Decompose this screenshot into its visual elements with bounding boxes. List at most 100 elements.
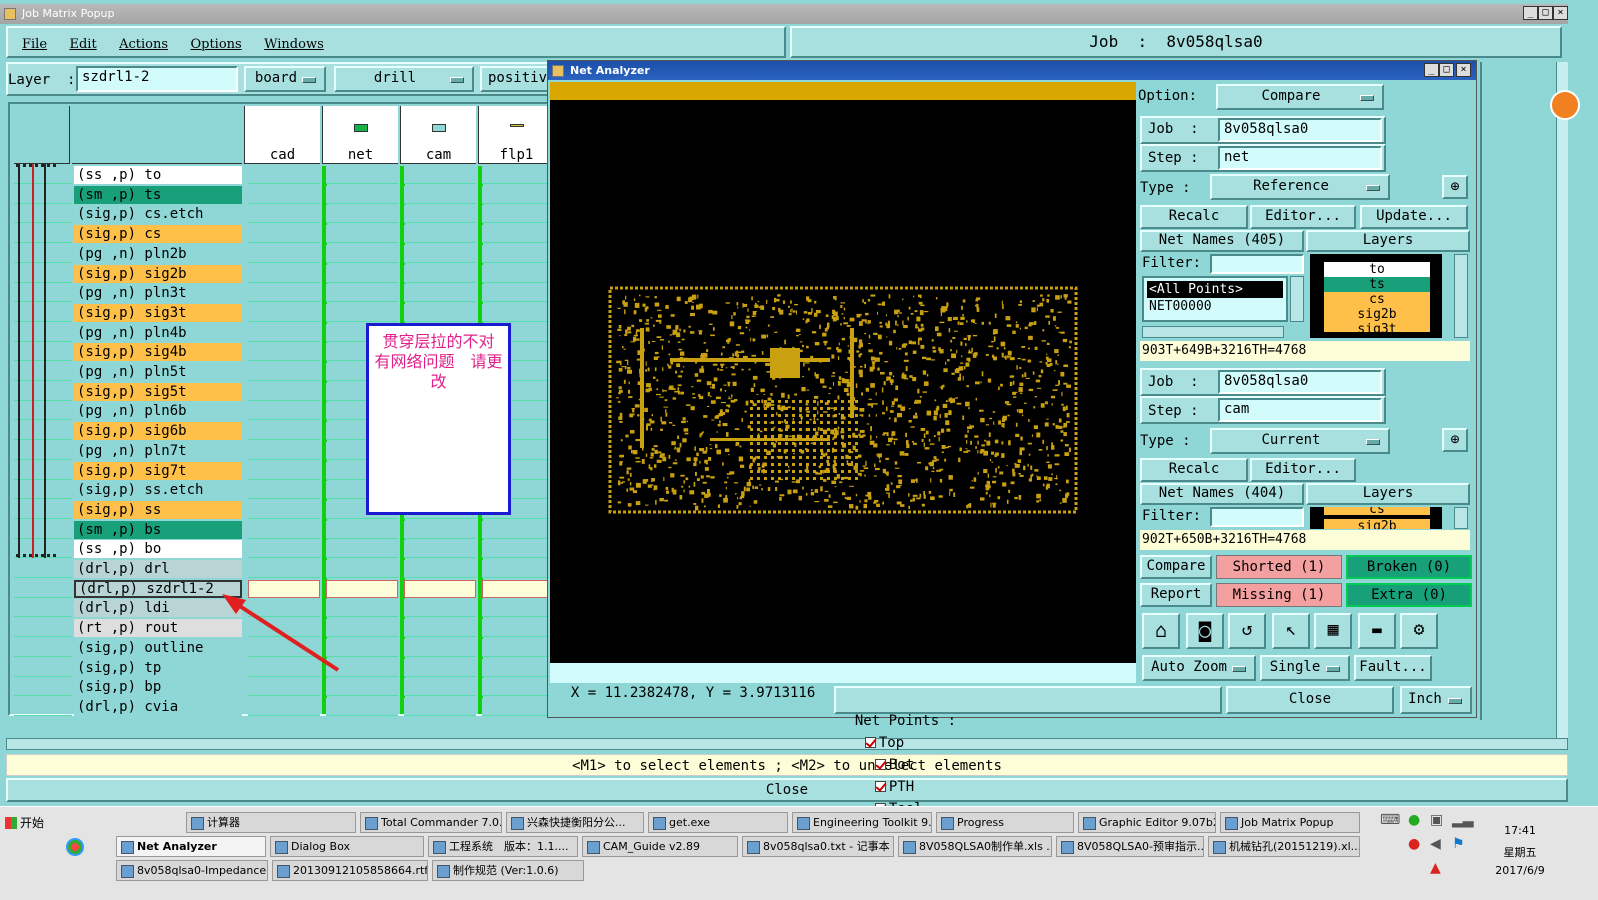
taskbar-item[interactable]: Total Commander 7.0... xyxy=(360,812,502,833)
pcb-feature xyxy=(770,348,800,378)
clock-weekday: 星期五 xyxy=(1503,846,1537,859)
taskbar-item[interactable]: Progress xyxy=(936,812,1074,833)
compare-button[interactable]: Compare xyxy=(1140,555,1212,579)
net-list-item-all[interactable]: <All Points> xyxy=(1147,281,1283,298)
taskbar-item[interactable]: Net Analyzer xyxy=(116,836,266,857)
cur-filter-input[interactable] xyxy=(1210,507,1304,527)
missing-button[interactable]: Missing (1) xyxy=(1216,583,1342,607)
ref-layer-item[interactable]: to xyxy=(1324,262,1430,277)
taskbar-item[interactable]: CAM_Guide v2.89 xyxy=(582,836,738,857)
cur-layer-item[interactable]: sig2b xyxy=(1324,519,1430,529)
taskbar-item[interactable]: 兴森快捷衡阳分公... xyxy=(506,812,644,833)
taskbar-item[interactable]: 20130912105858664.rtf... xyxy=(272,860,428,881)
cur-recalc-button[interactable]: Recalc xyxy=(1140,458,1248,482)
taskbar-item[interactable]: 计算器 xyxy=(186,812,356,833)
np-pth-toggle[interactable]: PTH xyxy=(874,779,914,795)
cur-job-input[interactable]: 8v058qlsa0 xyxy=(1218,370,1382,394)
pcb-feature xyxy=(1039,302,1044,307)
pcb-feature xyxy=(681,338,685,341)
pcb-feature xyxy=(628,331,632,334)
ref-layer-item[interactable]: sig2b xyxy=(1324,307,1430,322)
single-dropdown[interactable]: Single xyxy=(1260,655,1350,681)
np-bot-toggle[interactable]: Bot xyxy=(874,757,914,773)
settings-icon[interactable]: ⚙ xyxy=(1400,613,1438,649)
pcb-feature xyxy=(662,367,664,371)
ref-job-input[interactable]: 8v058qlsa0 xyxy=(1218,118,1382,142)
ref-step-input[interactable]: net xyxy=(1218,146,1382,170)
auto-zoom-dropdown[interactable]: Auto Zoom xyxy=(1142,655,1256,681)
option-dropdown[interactable]: Compare xyxy=(1216,84,1384,110)
taskbar-item[interactable]: Graphic Editor 9.07b2... xyxy=(1078,812,1216,833)
home-icon[interactable]: ⌂ xyxy=(1142,613,1180,649)
matrix-close-button[interactable]: Close xyxy=(6,778,1568,802)
cur-type-dropdown[interactable]: Current xyxy=(1210,428,1390,454)
pcb-feature xyxy=(654,351,659,355)
shorted-button[interactable]: Shorted (1) xyxy=(1216,555,1342,579)
pcb-feature xyxy=(894,438,898,441)
na-close-window-button[interactable]: × xyxy=(1456,63,1471,77)
graphics-view[interactable] xyxy=(550,82,1136,682)
clock[interactable]: 17:41 星期五 2017/6/9 xyxy=(1490,820,1550,878)
select-pointer-icon[interactable]: ↖ xyxy=(1272,613,1310,649)
pcb-feature xyxy=(908,340,912,345)
ref-net-list-scrollbar[interactable] xyxy=(1290,276,1304,322)
taskbar-item[interactable]: 制作规范 (Ver:1.0.6) xyxy=(432,860,584,881)
cur-editor-button[interactable]: Editor... xyxy=(1250,458,1356,482)
pcb-feature xyxy=(732,353,735,357)
pcb-feature xyxy=(871,403,873,408)
vertical-scrollbar[interactable] xyxy=(1556,62,1568,738)
start-button[interactable]: 开始 xyxy=(2,812,52,834)
np-top-toggle[interactable]: Top xyxy=(864,735,904,751)
ref-layer-item[interactable]: sig3t xyxy=(1324,322,1430,332)
ref-filter-input[interactable] xyxy=(1210,254,1304,274)
ref-layer-item[interactable]: ts xyxy=(1324,277,1430,292)
cur-type-label: Type : xyxy=(1140,433,1191,449)
taskbar-item[interactable]: 8v058qlsa0-Impedance ... xyxy=(116,860,268,881)
taskbar-item[interactable]: 机械钻孔(20151219).xl... xyxy=(1208,836,1360,857)
cur-step-input[interactable]: cam xyxy=(1218,398,1382,422)
ref-layer-list[interactable]: to ts cs sig2b sig3t xyxy=(1310,254,1442,338)
net-list-item[interactable]: NET00000 xyxy=(1147,298,1283,315)
pcb-feature xyxy=(775,385,777,388)
ref-net-list-hscrollbar[interactable] xyxy=(1142,326,1284,338)
taskbar-item[interactable]: Job Matrix Popup xyxy=(1220,812,1360,833)
report-button[interactable]: Report xyxy=(1140,583,1212,607)
fault-button[interactable]: Fault... xyxy=(1354,655,1432,681)
quick-launch-icon[interactable] xyxy=(66,838,84,856)
ref-layer-item[interactable]: cs xyxy=(1324,292,1430,307)
na-close-button[interactable]: Close xyxy=(1226,686,1394,714)
undo-icon[interactable]: ↺ xyxy=(1228,613,1266,649)
camera-icon[interactable]: ◙ xyxy=(1186,613,1224,649)
cur-layer-list[interactable]: cs sig2b xyxy=(1310,507,1442,529)
taskbar-item[interactable]: 工程系统 版本：1.1.... xyxy=(428,836,578,857)
ref-editor-button[interactable]: Editor... xyxy=(1250,205,1356,229)
taskbar-item[interactable]: Engineering Toolkit 9.... xyxy=(792,812,932,833)
cur-layer-scrollbar[interactable] xyxy=(1454,507,1468,529)
ref-zoom-icon[interactable]: ⊕ xyxy=(1442,175,1468,199)
units-dropdown[interactable]: Inch xyxy=(1400,686,1472,714)
ref-layer-scrollbar[interactable] xyxy=(1454,254,1468,338)
ruler-icon[interactable]: ▬ xyxy=(1358,613,1396,649)
cur-zoom-icon[interactable]: ⊕ xyxy=(1442,428,1468,452)
ref-type-dropdown[interactable]: Reference xyxy=(1210,174,1390,200)
taskbar-item[interactable]: Dialog Box xyxy=(270,836,424,857)
ref-recalc-button[interactable]: Recalc xyxy=(1140,205,1248,229)
pcb-feature xyxy=(840,305,843,308)
pcb-feature xyxy=(759,484,762,486)
taskbar-item[interactable]: get.exe xyxy=(648,812,788,833)
na-maximize-button[interactable]: □ xyxy=(1439,63,1454,77)
taskbar-item[interactable]: 8V058QLSA0制作单.xls ... xyxy=(898,836,1052,857)
cur-layer-item[interactable]: cs xyxy=(1324,507,1430,515)
na-minimize-button[interactable]: _ xyxy=(1424,63,1439,77)
horizontal-scrollbar[interactable] xyxy=(6,738,1568,750)
pcb-feature xyxy=(749,329,751,331)
ref-update-button[interactable]: Update... xyxy=(1360,205,1468,229)
window-zoom-icon[interactable]: ▦ xyxy=(1314,613,1352,649)
ref-net-list[interactable]: <All Points> NET00000 xyxy=(1142,276,1288,322)
pcb-feature xyxy=(862,465,866,467)
taskbar-item[interactable]: 8v058qlsa0.txt - 记事本 xyxy=(742,836,894,857)
broken-button[interactable]: Broken (0) xyxy=(1346,555,1472,579)
pcb-feature xyxy=(842,492,846,496)
taskbar-item[interactable]: 8V058QLSA0-预审指示... xyxy=(1056,836,1204,857)
extra-button[interactable]: Extra (0) xyxy=(1346,583,1472,607)
